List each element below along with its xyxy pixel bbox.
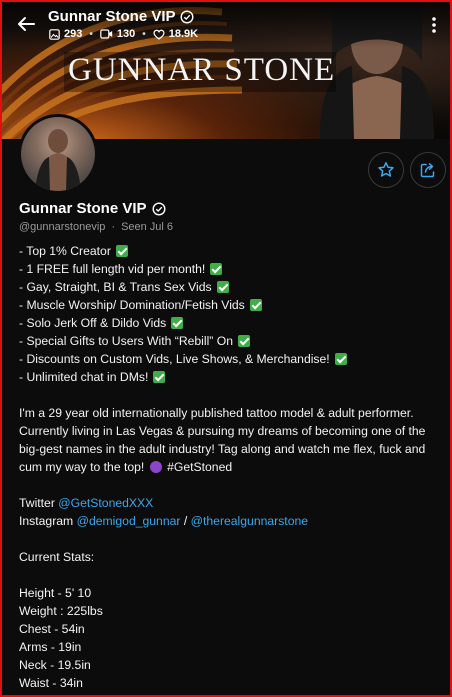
bio-checklist-item: - Special Gifts to Users With “Rebill” O… [19, 332, 447, 350]
bio-checklist-item: - Discounts on Custom Vids, Live Shows, … [19, 350, 447, 368]
profile-name: Gunnar Stone VIP [19, 200, 147, 217]
header-title-row: Gunnar Stone VIP [48, 8, 194, 25]
bio-checklist-item: - Gay, Straight, BI & Trans Sex Vids [19, 278, 447, 296]
check-mark-icon [216, 281, 229, 293]
hashtag: #GetStoned [167, 460, 233, 474]
checklist-text: - Unlimited chat in DMs! [19, 370, 149, 384]
avatar-image [21, 117, 95, 191]
bio-checklist-item: - Muscle Worship/ Domination/Fetish Vids [19, 296, 447, 314]
profile-handle: @gunnarstonevip [19, 221, 106, 233]
checklist-text: - Top 1% Creator [19, 244, 111, 258]
twitter-label: Twitter [19, 496, 55, 510]
share-button[interactable] [410, 152, 446, 188]
check-mark-icon [115, 245, 128, 257]
video-count-value: 130 [116, 28, 136, 40]
media-count-value: 293 [64, 28, 83, 40]
checklist-text: - 1 FREE full length vid per month! [19, 262, 206, 276]
checklist-text: - Gay, Straight, BI & Trans Sex Vids [19, 280, 212, 294]
check-mark-icon [249, 299, 262, 311]
page-frame: GUNNAR STONE Gunnar Stone VIP 293 • 130 … [0, 0, 452, 697]
checklist-text: - Muscle Worship/ Domination/Fetish Vids [19, 298, 245, 312]
stats-separator: • [89, 28, 93, 40]
profile-name-row: Gunnar Stone VIP [19, 200, 166, 217]
stat-line: Neck - 19.5in [19, 658, 91, 672]
heart-icon [153, 29, 165, 40]
instagram-link[interactable]: @demigod_gunnar [77, 512, 181, 530]
instagram-line: Instagram @demigod_gunnar / @therealgunn… [19, 512, 447, 530]
twitter-line: Twitter @GetStonedXXX [19, 494, 447, 512]
checklist-text: - Discounts on Custom Vids, Live Shows, … [19, 352, 330, 366]
check-mark-icon [153, 371, 166, 383]
likes-count-value: 18.9K [168, 28, 199, 40]
check-mark-icon [171, 317, 184, 329]
stat-line: Height - 5' 10 [19, 586, 92, 600]
last-seen: Seen Jul 6 [121, 221, 174, 233]
favorite-button[interactable] [368, 152, 404, 188]
check-mark-icon [334, 353, 347, 365]
back-arrow-icon [18, 17, 35, 31]
more-options-button[interactable] [424, 14, 444, 38]
check-mark-icon [210, 263, 223, 275]
profile-meta: @gunnarstonevip · Seen Jul 6 [19, 221, 173, 233]
banner-title: GUNNAR STONE [68, 52, 336, 88]
bio-checklist-item: - Solo Jerk Off & Dildo Vids [19, 314, 447, 332]
star-icon [378, 162, 394, 177]
check-mark-icon [238, 335, 251, 347]
checklist-text: - Solo Jerk Off & Dildo Vids [19, 316, 167, 330]
checklist-text: - Special Gifts to Users With “Rebill” O… [19, 334, 234, 348]
stat-line: Chest - 54in [19, 622, 85, 636]
stat-line: Weight : 225lbs [19, 604, 103, 618]
avatar[interactable] [21, 117, 95, 191]
bio-checklist-item: - Unlimited chat in DMs! [19, 368, 447, 386]
back-button[interactable] [12, 10, 40, 38]
stat-line: Waist - 34in [19, 676, 83, 690]
header-title: Gunnar Stone VIP [48, 8, 176, 25]
more-vertical-icon [432, 17, 436, 33]
stats-heading: Current Stats: [19, 550, 95, 564]
bio-checklist-item: - Top 1% Creator [19, 242, 447, 260]
video-count[interactable]: 130 [100, 28, 135, 40]
verified-icon [152, 201, 166, 216]
media-count[interactable]: 293 [49, 28, 82, 40]
meta-separator: · [111, 221, 116, 233]
likes-count: 18.9K [153, 28, 198, 40]
devil-emoji-icon [149, 461, 162, 473]
twitter-link[interactable]: @GetStonedXXX [58, 494, 153, 512]
bio-about: I'm a 29 year old internationally publis… [19, 404, 447, 476]
header-stats: 293 • 130 • 18.9K [49, 28, 198, 40]
image-icon [49, 28, 60, 40]
instagram-link[interactable]: @therealgunnarstone [191, 512, 308, 530]
profile-bio: - Top 1% Creator - 1 FREE full length vi… [19, 242, 447, 692]
stat-line: Arms - 19in [19, 640, 82, 654]
instagram-label: Instagram [19, 514, 74, 528]
instagram-separator: / [180, 514, 191, 528]
avatar-container [18, 114, 98, 194]
stats-separator: • [142, 28, 146, 40]
share-icon [420, 163, 435, 178]
bio-checklist-item: - 1 FREE full length vid per month! [19, 260, 447, 278]
verified-icon [180, 9, 194, 24]
video-icon [100, 29, 113, 39]
